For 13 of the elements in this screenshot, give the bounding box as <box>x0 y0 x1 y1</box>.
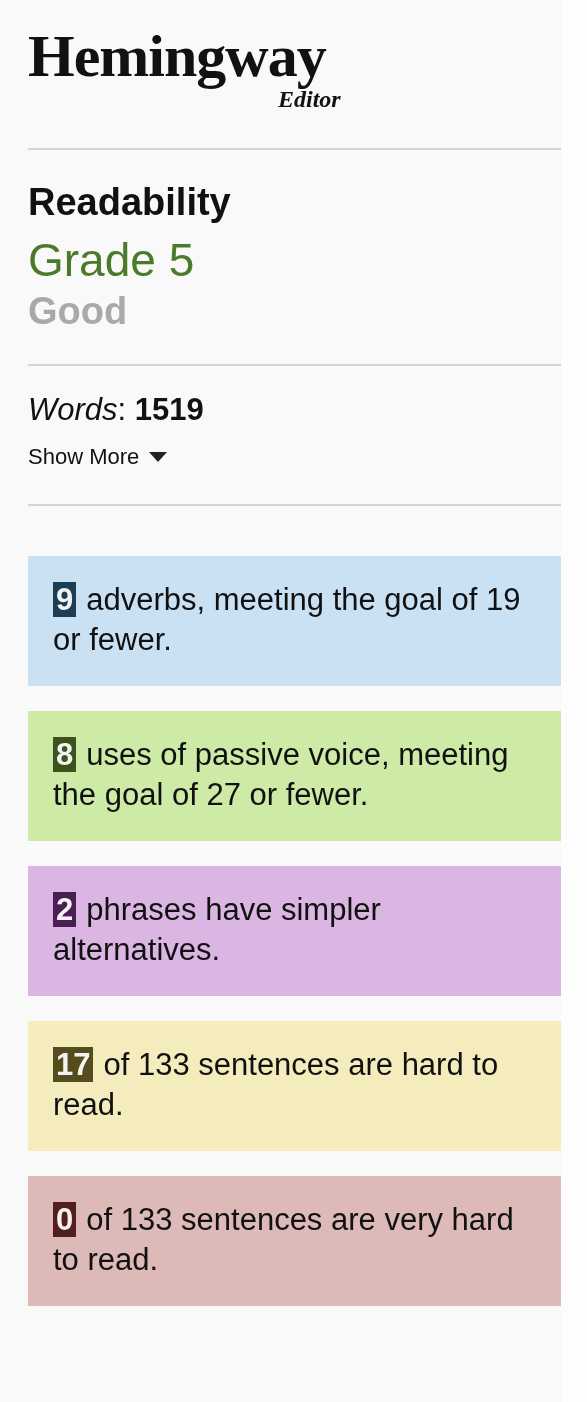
highlight-text: 2 phrases have simpler alternatives. <box>53 891 382 969</box>
word-count: Words: 1519 <box>28 391 204 429</box>
highlight-text: 8 uses of passive voice, meeting the goal of 27 or fewer. <box>53 736 510 814</box>
highlight-text: 17 of 133 sentences are hard to read. <box>53 1046 500 1124</box>
highlight-text: 0 of 133 sentences are very hard to read. <box>53 1201 515 1279</box>
show-more-button[interactable]: Show More <box>28 444 168 470</box>
grade-level: Grade 5 <box>28 233 195 288</box>
grade-rating: Good <box>28 289 128 334</box>
caret-icon <box>149 452 168 462</box>
section-heading: Readability <box>28 180 231 225</box>
logo-wordmark: Hemingway <box>28 22 326 90</box>
logo-subtitle: Editor <box>278 88 341 110</box>
highlight-text: 9 adverbs, meeting the goal of 19 or fewer. <box>53 581 521 659</box>
